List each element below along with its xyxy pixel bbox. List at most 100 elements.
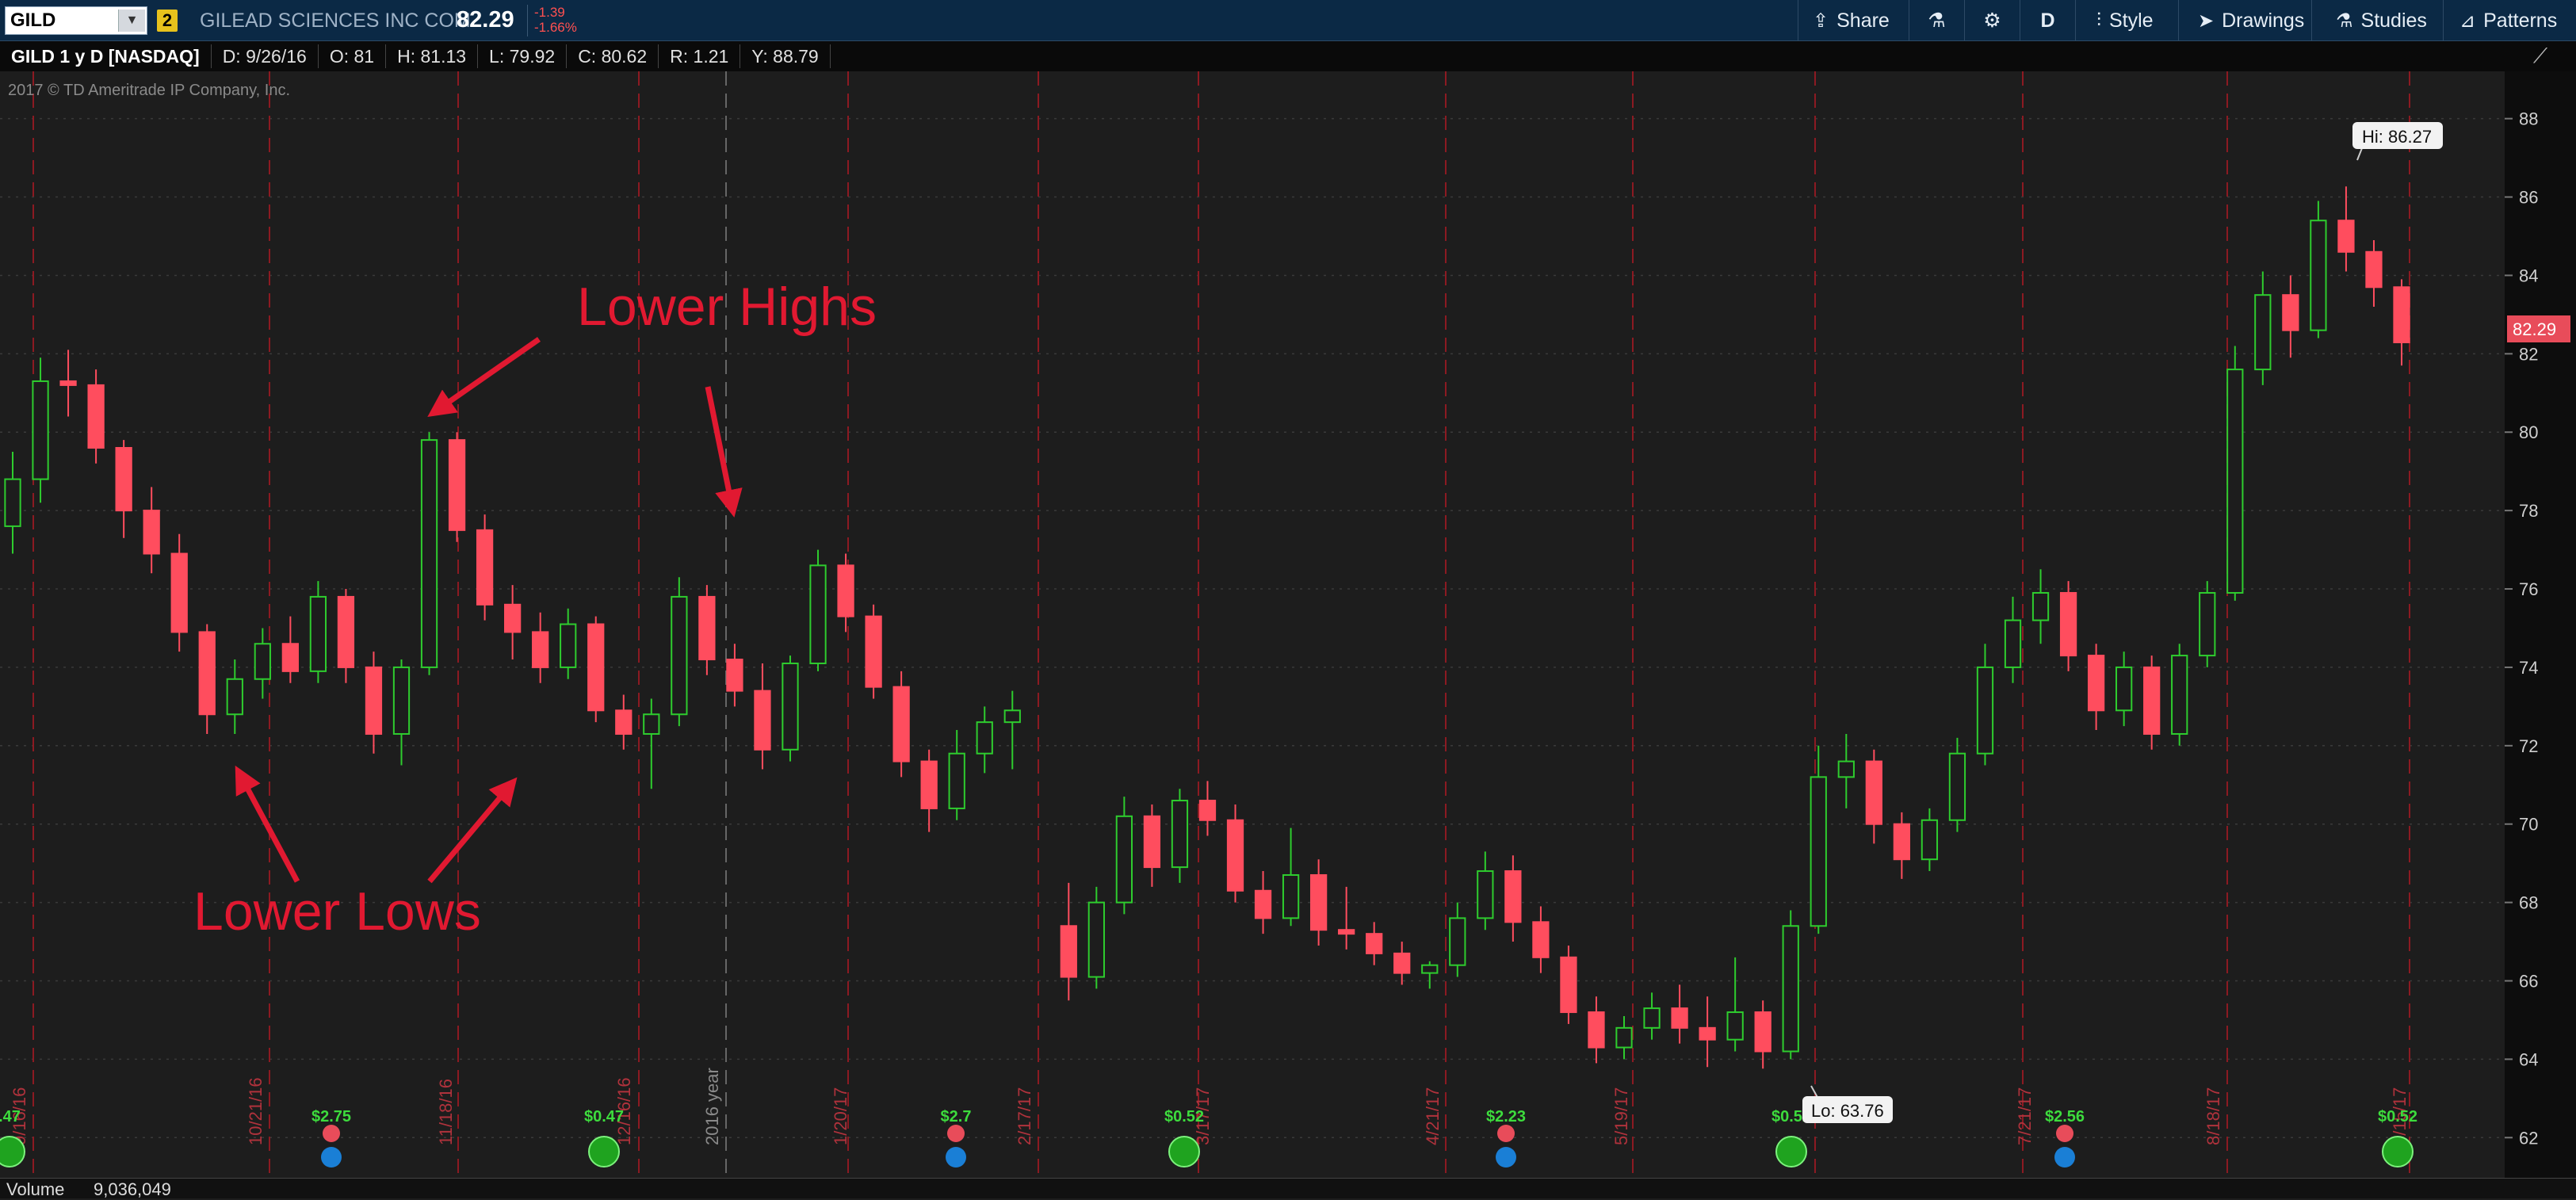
price-tick-label: 62 — [2519, 1128, 2538, 1148]
candle-body — [2031, 591, 2050, 621]
candle-body — [1198, 800, 1217, 821]
candle-body — [309, 595, 327, 672]
price-tick-label: 70 — [2519, 815, 2538, 835]
price-tick-label: 78 — [2519, 501, 2538, 521]
candle-body — [32, 380, 49, 480]
chart-tools-icon[interactable]: ⟋ — [2505, 41, 2576, 71]
low-marker-label: Lo: 63.76 — [1811, 1101, 1884, 1121]
candle-body — [920, 760, 938, 809]
candle-body — [2059, 591, 2077, 657]
candle-body — [1893, 823, 1910, 861]
candle-body — [337, 595, 355, 668]
dividend-icon — [1168, 1136, 1200, 1168]
info-date: D: 9/26/16 — [212, 44, 319, 68]
candle-body — [2171, 655, 2188, 735]
candle-body — [1865, 760, 1882, 825]
candle-body — [1309, 873, 1328, 931]
price-tick-label: 88 — [2519, 109, 2538, 129]
candle-body — [782, 662, 799, 751]
share-label: Share — [1836, 9, 1890, 32]
price-tick-label: 80 — [2519, 422, 2538, 442]
annotation-lower-lows-text: Lower Lows — [193, 881, 481, 942]
copyright-text: 2017 © TD Ameritrade IP Company, Inc. — [8, 82, 290, 99]
volume-label: Volume — [6, 1179, 65, 1199]
settings-button[interactable]: ⚙ — [1964, 0, 2020, 41]
earnings-info-icon — [946, 1147, 966, 1168]
date-label: 1/20/17 — [831, 1087, 850, 1145]
earnings-info-icon — [321, 1147, 342, 1168]
candle-body — [1421, 964, 1439, 974]
chevron-down-icon[interactable]: ▼ — [118, 10, 145, 32]
candle-body — [143, 510, 160, 555]
date-label: 2016 year — [702, 1068, 722, 1145]
patterns-button[interactable]: ⊿ Patterns — [2443, 0, 2576, 41]
event-label: $0.52 — [1164, 1108, 1204, 1125]
candle-body — [2115, 666, 2133, 712]
studies-button[interactable]: ⚗ Studies — [2311, 0, 2443, 41]
candle-body — [476, 529, 494, 606]
drawings-button[interactable]: ➤ Drawings — [2178, 0, 2311, 41]
candle-body — [2087, 655, 2105, 712]
candle-body — [420, 439, 438, 668]
style-button[interactable]: ⫶ Style — [2075, 0, 2178, 41]
candle-body — [948, 752, 965, 809]
candle-body — [1588, 1011, 1605, 1049]
studies-label: Studies — [2360, 9, 2427, 32]
earnings-icon — [1497, 1125, 1515, 1142]
flask-button[interactable]: ⚗ — [1909, 0, 1964, 41]
price-tick-label: 82 — [2519, 344, 2538, 364]
candle-style-icon: ⫶ — [2096, 10, 2101, 31]
link-group-badge[interactable]: 2 — [157, 10, 178, 32]
flask-icon: ⚗ — [2336, 10, 2353, 32]
period-label: D — [2040, 9, 2055, 32]
candle-body — [1338, 929, 1355, 935]
candle-body — [1560, 956, 1577, 1014]
candle-body — [2337, 220, 2355, 253]
candle-body — [2254, 294, 2272, 371]
chart-info-bar: GILD 1 y D [NASDAQ] D: 9/26/16 O: 81 H: … — [0, 41, 2505, 71]
candle-body — [1393, 952, 1411, 974]
chart-title[interactable]: GILD 1 y D [NASDAQ] — [0, 44, 212, 68]
event-label: .47 — [0, 1108, 21, 1125]
share-button[interactable]: ⇪ Share — [1798, 0, 1909, 41]
candle-body — [254, 643, 271, 680]
price-tick-label: 66 — [2519, 971, 2538, 991]
candle-body — [1115, 815, 1133, 904]
candle-body — [1003, 709, 1021, 724]
candle-body — [1504, 870, 1522, 923]
price-tick-label: 84 — [2519, 266, 2538, 285]
candle-body — [892, 686, 910, 762]
earnings-icon — [947, 1125, 965, 1142]
candle-body — [1699, 1026, 1716, 1041]
candle-body — [1254, 889, 1272, 919]
candle-body — [4, 478, 21, 527]
last-price: 82.29 — [457, 7, 514, 32]
candle-body — [865, 615, 882, 688]
candle-body — [837, 564, 854, 617]
net-change: -1.39 — [534, 5, 565, 20]
top-toolbar: ▼ 2 GILEAD SCIENCES INC COM 82.29 -1.39 … — [0, 0, 2576, 41]
candle-body — [1726, 1011, 1744, 1041]
candle-body — [754, 690, 771, 751]
period-button[interactable]: D — [2020, 0, 2075, 41]
high-marker-label: Hi: 86.27 — [2362, 127, 2432, 147]
symbol-input[interactable] — [6, 7, 118, 34]
candle-body — [1532, 921, 1550, 958]
candle-body — [2226, 369, 2244, 594]
symbol-selector[interactable]: ▼ — [5, 6, 147, 35]
candle-body — [226, 678, 243, 716]
candle-body — [532, 631, 549, 668]
candle-body — [2365, 250, 2383, 289]
candle-body — [1366, 933, 1383, 954]
event-label: $2.75 — [311, 1108, 351, 1125]
volume-subgraph-header: Volume 9,036,049 — [0, 1178, 2576, 1199]
candle-body — [1921, 819, 1939, 861]
candle-body — [615, 709, 633, 735]
candle-body — [59, 380, 77, 386]
event-label: $2.56 — [2045, 1108, 2085, 1125]
price-chart[interactable]: 6264666870727476788082848688 9/16/16 10/2… — [0, 71, 2576, 1178]
date-label: 5/19/17 — [1611, 1087, 1631, 1145]
candle-body — [392, 666, 411, 735]
candle-body — [1226, 819, 1244, 892]
date-label: 10/21/16 — [246, 1077, 266, 1145]
